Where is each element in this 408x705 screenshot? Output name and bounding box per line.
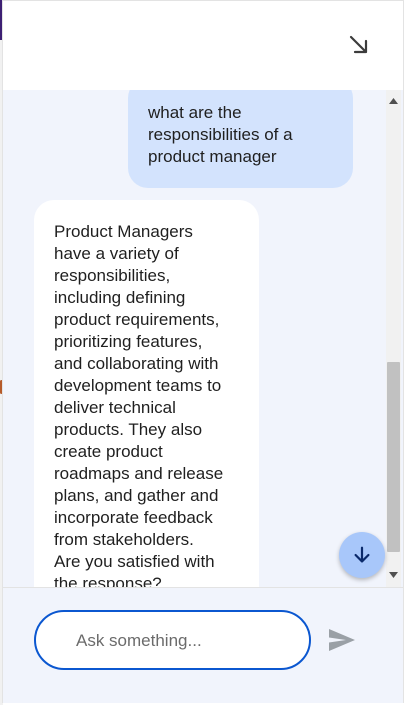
minimize-button[interactable] bbox=[345, 31, 373, 59]
composer bbox=[3, 587, 403, 703]
message-line: products. They also bbox=[54, 420, 203, 439]
triangle-up-icon bbox=[389, 98, 398, 104]
arrow-south-east-icon bbox=[349, 35, 368, 54]
scroll-to-bottom-button[interactable] bbox=[339, 532, 385, 578]
message-line: plans, and gather and bbox=[54, 486, 219, 505]
message-line: incorporate feedback bbox=[54, 508, 213, 527]
message-input-container[interactable] bbox=[34, 610, 311, 670]
assistant-message: Product Managers have a variety of respo… bbox=[34, 200, 259, 587]
message-line: and collaborating with bbox=[54, 354, 219, 373]
message-line: responsibilities, bbox=[54, 266, 171, 285]
message-line: deliver technical bbox=[54, 398, 176, 417]
message-line: create product bbox=[54, 442, 163, 461]
scrollbar-thumb[interactable] bbox=[387, 362, 400, 552]
message-line: responsibilities of a bbox=[148, 125, 293, 144]
chat-header bbox=[3, 1, 403, 91]
message-line: roadmaps and release bbox=[54, 464, 224, 483]
send-icon bbox=[329, 629, 355, 651]
chat-scrollbar[interactable] bbox=[386, 90, 401, 587]
chat-messages: what are the responsibilities of a produ… bbox=[3, 90, 403, 587]
user-message: what are the responsibilities of a produ… bbox=[128, 90, 353, 188]
scroll-down-arrow[interactable] bbox=[386, 570, 401, 580]
message-line: have a variety of bbox=[54, 244, 179, 263]
message-line: Are you satisfied with bbox=[54, 552, 215, 571]
send-button[interactable] bbox=[325, 623, 359, 657]
message-line: prioritizing features, bbox=[54, 332, 203, 351]
page-edge-fragment bbox=[0, 343, 4, 363]
message-input[interactable] bbox=[74, 612, 298, 670]
message-line: product requirements, bbox=[54, 310, 220, 329]
message-line: Product Managers bbox=[54, 222, 193, 241]
chat-panel: what are the responsibilities of a produ… bbox=[2, 0, 404, 703]
arrow-down-icon bbox=[354, 546, 370, 563]
message-line: what are the bbox=[148, 103, 242, 122]
message-line: development teams to bbox=[54, 376, 222, 395]
triangle-down-icon bbox=[389, 572, 398, 578]
message-line: product manager bbox=[148, 147, 277, 166]
message-line: the response? bbox=[54, 574, 162, 587]
message-line: from stakeholders. bbox=[54, 530, 194, 549]
message-line: including defining bbox=[54, 288, 186, 307]
scroll-up-arrow[interactable] bbox=[386, 96, 401, 106]
